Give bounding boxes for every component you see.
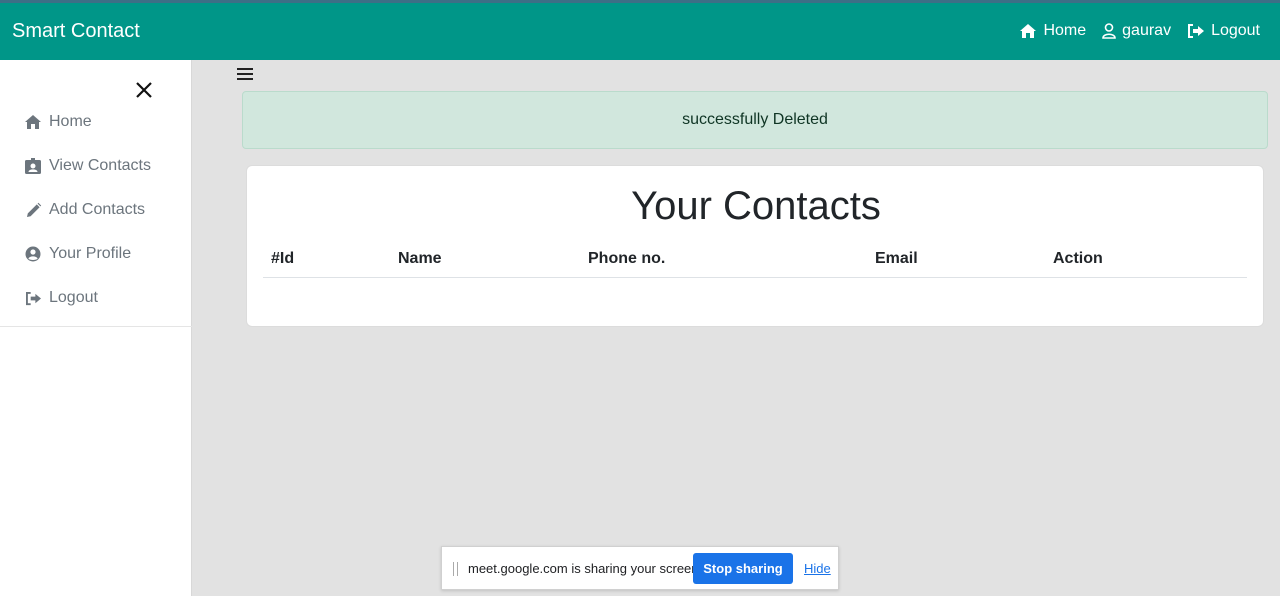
alert-message: successfully Deleted <box>682 111 828 128</box>
drag-handle-icon[interactable] <box>453 562 459 576</box>
nav-user-label: gaurav <box>1122 22 1172 39</box>
sidebar-item-label: Home <box>49 113 92 130</box>
hamburger-menu-icon[interactable] <box>237 68 253 82</box>
nav-logout-label: Logout <box>1211 22 1260 39</box>
sidebar-item-label: Add Contacts <box>49 201 146 218</box>
stop-sharing-button[interactable]: Stop sharing <box>693 553 793 584</box>
column-header-id: #Id <box>271 250 295 267</box>
contact-card-icon <box>24 157 42 175</box>
contacts-table-header: #Id Name Phone no. Email Action <box>263 246 1247 278</box>
nav-links: Home gaurav Logout <box>1003 22 1260 40</box>
nav-logout-link[interactable]: Logout <box>1187 22 1260 40</box>
sidebar-item-home[interactable]: Home <box>0 100 192 144</box>
user-icon <box>1102 23 1116 39</box>
sidebar-item-label: Your Profile <box>49 245 132 262</box>
column-header-name: Name <box>398 250 442 267</box>
home-icon <box>24 113 42 131</box>
user-circle-icon <box>24 245 42 263</box>
column-header-action: Action <box>1053 250 1103 267</box>
pencil-icon <box>24 201 42 219</box>
share-message: meet.google.com is sharing your screen. <box>468 561 703 576</box>
sidebar-item-logout[interactable]: Logout <box>0 276 192 320</box>
sidebar-item-your-profile[interactable]: Your Profile <box>0 232 192 276</box>
column-header-phone: Phone no. <box>588 250 666 267</box>
nav-home-label: Home <box>1043 22 1087 39</box>
contacts-card: Your Contacts #Id Name Phone no. Email A… <box>246 165 1264 327</box>
brand-title[interactable]: Smart Contact <box>12 20 140 43</box>
sidebar-item-label: Logout <box>49 289 98 306</box>
close-icon[interactable] <box>134 80 154 100</box>
sidebar-list: Home View Contacts Add Contacts Your Pro… <box>0 100 192 327</box>
nav-home-link[interactable]: Home <box>1019 22 1086 40</box>
logout-icon <box>1188 24 1205 38</box>
sidebar: Home View Contacts Add Contacts Your Pro… <box>0 60 192 596</box>
success-alert: successfully Deleted <box>242 91 1268 149</box>
page-title: Your Contacts <box>631 184 881 228</box>
nav-user-link[interactable]: gaurav <box>1102 22 1171 40</box>
sidebar-item-add-contacts[interactable]: Add Contacts <box>0 188 192 232</box>
logout-icon <box>24 289 42 307</box>
screen-share-bar: meet.google.com is sharing your screen. … <box>441 546 839 590</box>
sidebar-item-view-contacts[interactable]: View Contacts <box>0 144 192 188</box>
column-header-email: Email <box>875 250 918 267</box>
navbar: Smart Contact Home gaurav Logout <box>0 3 1280 60</box>
home-icon <box>1020 24 1037 38</box>
sidebar-item-label: View Contacts <box>49 157 151 174</box>
hide-link[interactable]: Hide <box>804 561 831 576</box>
